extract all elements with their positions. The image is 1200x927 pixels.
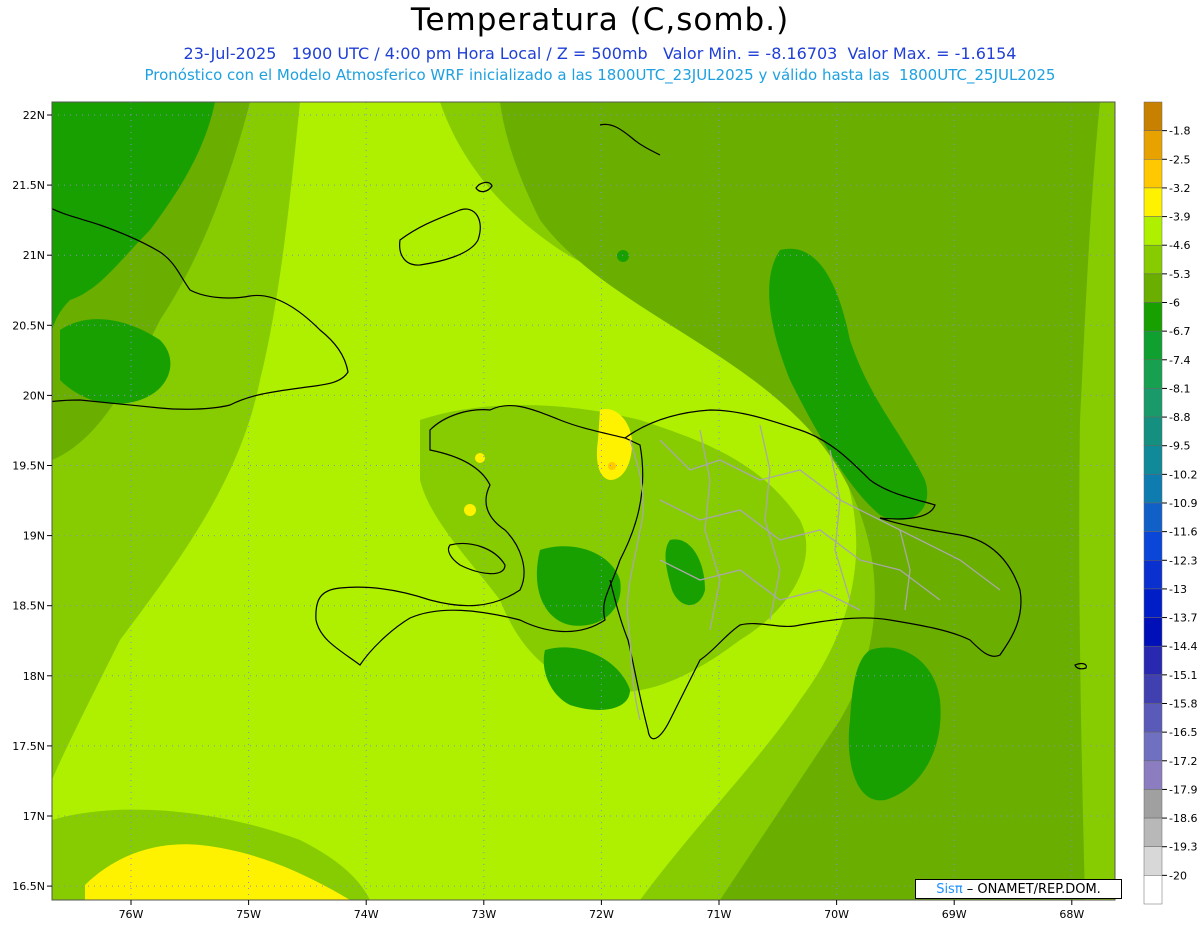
legend-swatch xyxy=(1143,789,1163,819)
lat-label: 21N xyxy=(23,249,45,262)
lat-label: 17.5N xyxy=(12,740,45,753)
legend-swatch xyxy=(1143,101,1163,131)
legend-label: -15.8 xyxy=(1169,698,1197,711)
legend-swatch xyxy=(1143,560,1163,590)
credit-sis-logo: Sisπ xyxy=(936,882,963,897)
lat-label: 19.5N xyxy=(12,460,45,473)
lat-label: 18N xyxy=(23,670,45,683)
legend-swatch xyxy=(1143,388,1163,418)
legend-label: -5.3 xyxy=(1169,268,1190,281)
legend-swatch-lowest xyxy=(1143,875,1163,905)
legend-label: -15.1 xyxy=(1169,669,1197,682)
legend-swatch xyxy=(1143,273,1163,303)
legend-label: -7.4 xyxy=(1169,354,1190,367)
color-legend: -1.8 -2.5 -3.2 -3.9 -4.6 -5.3 -6 -6.7 -7.4 -8.1 -8… xyxy=(1143,101,1197,905)
credit-org: – ONAMET/REP.DOM. xyxy=(962,882,1101,897)
legend-label: -2.5 xyxy=(1169,153,1190,166)
lat-label: 16.5N xyxy=(12,880,45,893)
legend-label: -12.3 xyxy=(1169,554,1197,567)
lon-label: 73W xyxy=(471,908,496,921)
legend-label: -3.2 xyxy=(1169,182,1190,195)
legend-label: -11.6 xyxy=(1169,526,1197,539)
legend-label: -6.7 xyxy=(1169,325,1190,338)
lat-label: 17N xyxy=(23,810,45,823)
legend-swatch xyxy=(1143,846,1163,876)
lon-label: 74W xyxy=(354,908,379,921)
legend-swatch xyxy=(1143,187,1163,217)
legend-label: -20 xyxy=(1169,869,1187,882)
legend-label: -10.9 xyxy=(1169,497,1197,510)
legend-swatch xyxy=(1143,502,1163,532)
longitude-labels: 76W 75W 74W 73W 72W 71W 70W 69W 68W xyxy=(119,900,1084,921)
legend-label: -8.1 xyxy=(1169,382,1190,395)
legend-swatch xyxy=(1143,674,1163,704)
legend-swatch xyxy=(1143,159,1163,189)
legend-label: -19.3 xyxy=(1169,841,1197,854)
legend-label: -6 xyxy=(1169,297,1180,310)
legend-swatch xyxy=(1143,617,1163,647)
legend-swatch xyxy=(1143,645,1163,676)
legend-label: -9.5 xyxy=(1169,440,1190,453)
legend-label: -3.9 xyxy=(1169,211,1190,224)
legend-label: -10.2 xyxy=(1169,468,1197,481)
field-cool-spot xyxy=(617,250,629,262)
lat-label: 21.5N xyxy=(12,179,45,192)
field-warm-spot-3 xyxy=(475,453,485,463)
legend-swatch xyxy=(1143,330,1163,361)
legend-label: -13.7 xyxy=(1169,612,1197,625)
lat-label: 20N xyxy=(23,389,45,402)
lon-label: 68W xyxy=(1059,908,1084,921)
legend-swatch xyxy=(1143,588,1163,618)
legend-swatch xyxy=(1143,416,1163,446)
temperature-map: 22N 21.5N 21N 20.5N 20N 19.5N 19N 18.5N 18N 17.5N… xyxy=(12,101,1197,921)
legend-label: -16.5 xyxy=(1169,726,1197,739)
legend-swatch xyxy=(1143,302,1163,332)
legend-label: -1.8 xyxy=(1169,125,1190,138)
credit-box: Sisπ – ONAMET/REP.DOM. xyxy=(915,879,1122,899)
legend-label: -17.9 xyxy=(1169,783,1197,796)
temperature-field xyxy=(52,102,1115,900)
legend-swatch xyxy=(1143,244,1163,275)
legend-swatch xyxy=(1143,359,1163,389)
legend-label: -18.6 xyxy=(1169,812,1197,825)
latitude-labels: 22N 21.5N 21N 20.5N 20N 19.5N 19N 18.5N 18N 17.5N… xyxy=(12,109,52,893)
lon-label: 75W xyxy=(236,908,261,921)
legend-label: -8.8 xyxy=(1169,411,1190,424)
lon-label: 69W xyxy=(942,908,967,921)
lat-label: 19N xyxy=(23,530,45,543)
lon-label: 72W xyxy=(589,908,614,921)
lon-label: 76W xyxy=(119,908,144,921)
lat-label: 20.5N xyxy=(12,319,45,332)
legend-swatch xyxy=(1143,216,1163,246)
lat-label: 18.5N xyxy=(12,600,45,613)
legend-swatch xyxy=(1143,703,1163,733)
legend-swatch xyxy=(1143,130,1163,160)
field-warm-spot xyxy=(608,462,616,470)
legend-label: -13 xyxy=(1169,583,1187,596)
lon-label: 71W xyxy=(707,908,732,921)
legend-swatch xyxy=(1143,817,1163,847)
legend-swatch xyxy=(1143,731,1163,762)
legend-swatch xyxy=(1143,474,1163,504)
legend-swatch xyxy=(1143,445,1163,475)
field-warm-spot-2 xyxy=(464,504,476,516)
legend-swatch xyxy=(1143,760,1163,790)
legend-label: -17.2 xyxy=(1169,755,1197,768)
lon-label: 70W xyxy=(824,908,849,921)
legend-label: -14.4 xyxy=(1169,640,1197,653)
lat-label: 22N xyxy=(23,109,45,122)
legend-label: -4.6 xyxy=(1169,239,1190,252)
legend-swatch xyxy=(1143,531,1163,561)
